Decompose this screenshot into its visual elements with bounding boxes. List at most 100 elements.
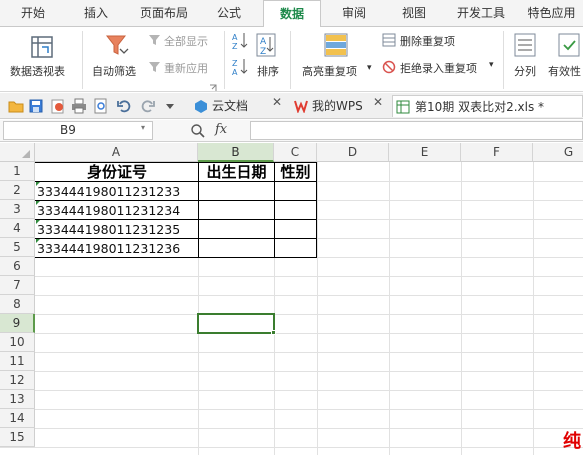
cell-a4[interactable]: 333444198011231235 xyxy=(37,220,197,239)
cloud-icon xyxy=(195,100,207,113)
open-folder-icon[interactable] xyxy=(8,98,24,114)
cell-a1[interactable]: 身份证号 xyxy=(36,163,198,182)
gridline xyxy=(317,162,318,455)
row-header-7[interactable]: 7 xyxy=(0,276,35,295)
name-box[interactable]: B9 xyxy=(3,121,153,140)
ribbon-data: 数据透视表 自动筛选 全部显示 重新应用 AZ ZA A Z 排序 高亮重复项 … xyxy=(0,26,583,92)
menu-tab-special[interactable]: 特色应用 xyxy=(520,0,583,26)
column-header-d[interactable]: D xyxy=(317,143,389,162)
selected-cell-b9[interactable] xyxy=(197,313,275,334)
reject-duplicates-button[interactable]: 拒绝录入重复项 xyxy=(400,60,477,76)
redo-icon[interactable] xyxy=(140,98,156,114)
column-header-e[interactable]: E xyxy=(389,143,461,162)
formula-bar: B9 ▾ fx xyxy=(0,120,583,142)
sort-button[interactable]: A Z xyxy=(255,31,279,59)
row-header-3[interactable]: 3 xyxy=(0,200,35,219)
cell-c1[interactable]: 性别 xyxy=(275,163,316,182)
customize-dropdown-icon[interactable] xyxy=(164,98,176,114)
insert-function-button[interactable]: fx xyxy=(215,122,227,137)
gridline xyxy=(461,162,462,455)
gridline xyxy=(0,390,583,391)
row-header-13[interactable]: 13 xyxy=(0,390,35,409)
highlight-dropdown-icon[interactable]: ▾ xyxy=(367,63,372,73)
doc-tab-wps-label: 我的WPS xyxy=(312,99,363,113)
remove-duplicates-button[interactable]: 删除重复项 xyxy=(400,33,455,49)
watermark-text: 纯 xyxy=(563,431,581,452)
sort-icon: A Z xyxy=(256,33,276,57)
svg-text:A: A xyxy=(232,33,238,42)
name-box-dropdown-icon[interactable]: ▾ xyxy=(141,123,145,132)
menu-tab-insert[interactable]: 插入 xyxy=(70,0,122,26)
menu-tab-review[interactable]: 审阅 xyxy=(330,0,378,26)
select-all-corner[interactable] xyxy=(0,143,35,162)
close-tab-wps-icon[interactable]: ✕ xyxy=(373,95,383,109)
reject-dropdown-icon[interactable]: ▾ xyxy=(489,60,494,70)
column-header-g[interactable]: G xyxy=(533,143,583,162)
row-header-8[interactable]: 8 xyxy=(0,295,35,314)
row-header-12[interactable]: 12 xyxy=(0,371,35,390)
menu-tab-page-layout[interactable]: 页面布局 xyxy=(134,0,194,26)
row-header-10[interactable]: 10 xyxy=(0,333,35,352)
menu-bar: 开始 插入 页面布局 公式 数据 审阅 视图 开发工具 特色应用 xyxy=(0,0,583,27)
cell-a2[interactable]: 333444198011231233 xyxy=(37,182,197,201)
row-header-4[interactable]: 4 xyxy=(0,219,35,238)
funnel-icon xyxy=(105,35,129,55)
column-header-c[interactable]: C xyxy=(274,143,317,162)
spreadsheet-file-icon xyxy=(396,100,410,114)
print-preview-icon[interactable] xyxy=(93,98,109,114)
menu-tab-data[interactable]: 数据 xyxy=(263,0,321,27)
row-header-14[interactable]: 14 xyxy=(0,409,35,428)
validity-button[interactable] xyxy=(556,31,582,59)
split-column-button[interactable] xyxy=(512,31,538,59)
spreadsheet-grid[interactable]: A B C D E F G 1 2 3 4 5 6 7 8 9 10 11 12… xyxy=(0,143,583,455)
menu-tab-home[interactable]: 开始 xyxy=(8,0,58,26)
doc-tab-file[interactable]: 第10期 双表比对2.xls * xyxy=(392,95,583,117)
cell-a3[interactable]: 333444198011231234 xyxy=(37,201,197,220)
menu-tab-formulas[interactable]: 公式 xyxy=(204,0,254,26)
column-header-b[interactable]: B xyxy=(198,143,274,162)
doc-tab-cloud[interactable]: 云文档 xyxy=(194,95,272,117)
row-header-2[interactable]: 2 xyxy=(0,181,35,200)
highlight-duplicates-icon xyxy=(324,33,348,57)
export-pdf-icon[interactable] xyxy=(50,98,66,114)
fill-handle[interactable] xyxy=(271,330,276,335)
row-header-9[interactable]: 9 xyxy=(0,314,35,333)
column-header-f[interactable]: F xyxy=(461,143,533,162)
autofilter-button[interactable] xyxy=(104,31,130,59)
print-icon[interactable] xyxy=(71,98,87,114)
cell-b1[interactable]: 出生日期 xyxy=(199,163,274,182)
sort-descending-icon[interactable]: ZA xyxy=(232,57,248,77)
ribbon-separator xyxy=(290,31,291,89)
pivot-table-label: 数据透视表 xyxy=(10,65,65,78)
column-header-a[interactable]: A xyxy=(35,143,198,162)
pivot-table-icon xyxy=(31,36,53,58)
validity-label: 有效性 xyxy=(548,65,581,78)
row-header-15[interactable]: 15 xyxy=(0,428,35,447)
validity-icon xyxy=(558,33,580,57)
reapply-button[interactable]: 重新应用 xyxy=(164,60,208,76)
sort-ascending-icon[interactable]: AZ xyxy=(232,31,248,51)
dialog-launcher-icon[interactable] xyxy=(209,81,217,91)
row-header-11[interactable]: 11 xyxy=(0,352,35,371)
svg-text:Z: Z xyxy=(232,59,238,68)
menu-tab-developer[interactable]: 开发工具 xyxy=(450,0,512,26)
ribbon-separator xyxy=(82,31,83,89)
cell-a5[interactable]: 333444198011231236 xyxy=(37,239,197,258)
show-all-button[interactable]: 全部显示 xyxy=(164,33,208,49)
highlight-duplicates-button[interactable] xyxy=(322,31,350,59)
doc-tab-cloud-label: 云文档 xyxy=(212,99,249,113)
row-header-6[interactable]: 6 xyxy=(0,257,35,276)
doc-tab-wps[interactable]: 我的WPS xyxy=(294,95,370,117)
gridline xyxy=(0,409,583,410)
save-icon[interactable] xyxy=(28,98,44,114)
undo-icon[interactable] xyxy=(116,98,132,114)
row-header-1[interactable]: 1 xyxy=(0,162,35,181)
formula-input[interactable] xyxy=(250,121,583,140)
text-number-marker-icon xyxy=(36,220,40,224)
row-header-5[interactable]: 5 xyxy=(0,238,35,257)
zoom-search-icon[interactable] xyxy=(190,123,206,139)
pivot-table-button[interactable] xyxy=(28,33,56,61)
svg-text:Z: Z xyxy=(260,47,266,57)
close-tab-cloud-icon[interactable]: ✕ xyxy=(272,95,282,109)
menu-tab-view[interactable]: 视图 xyxy=(390,0,438,26)
